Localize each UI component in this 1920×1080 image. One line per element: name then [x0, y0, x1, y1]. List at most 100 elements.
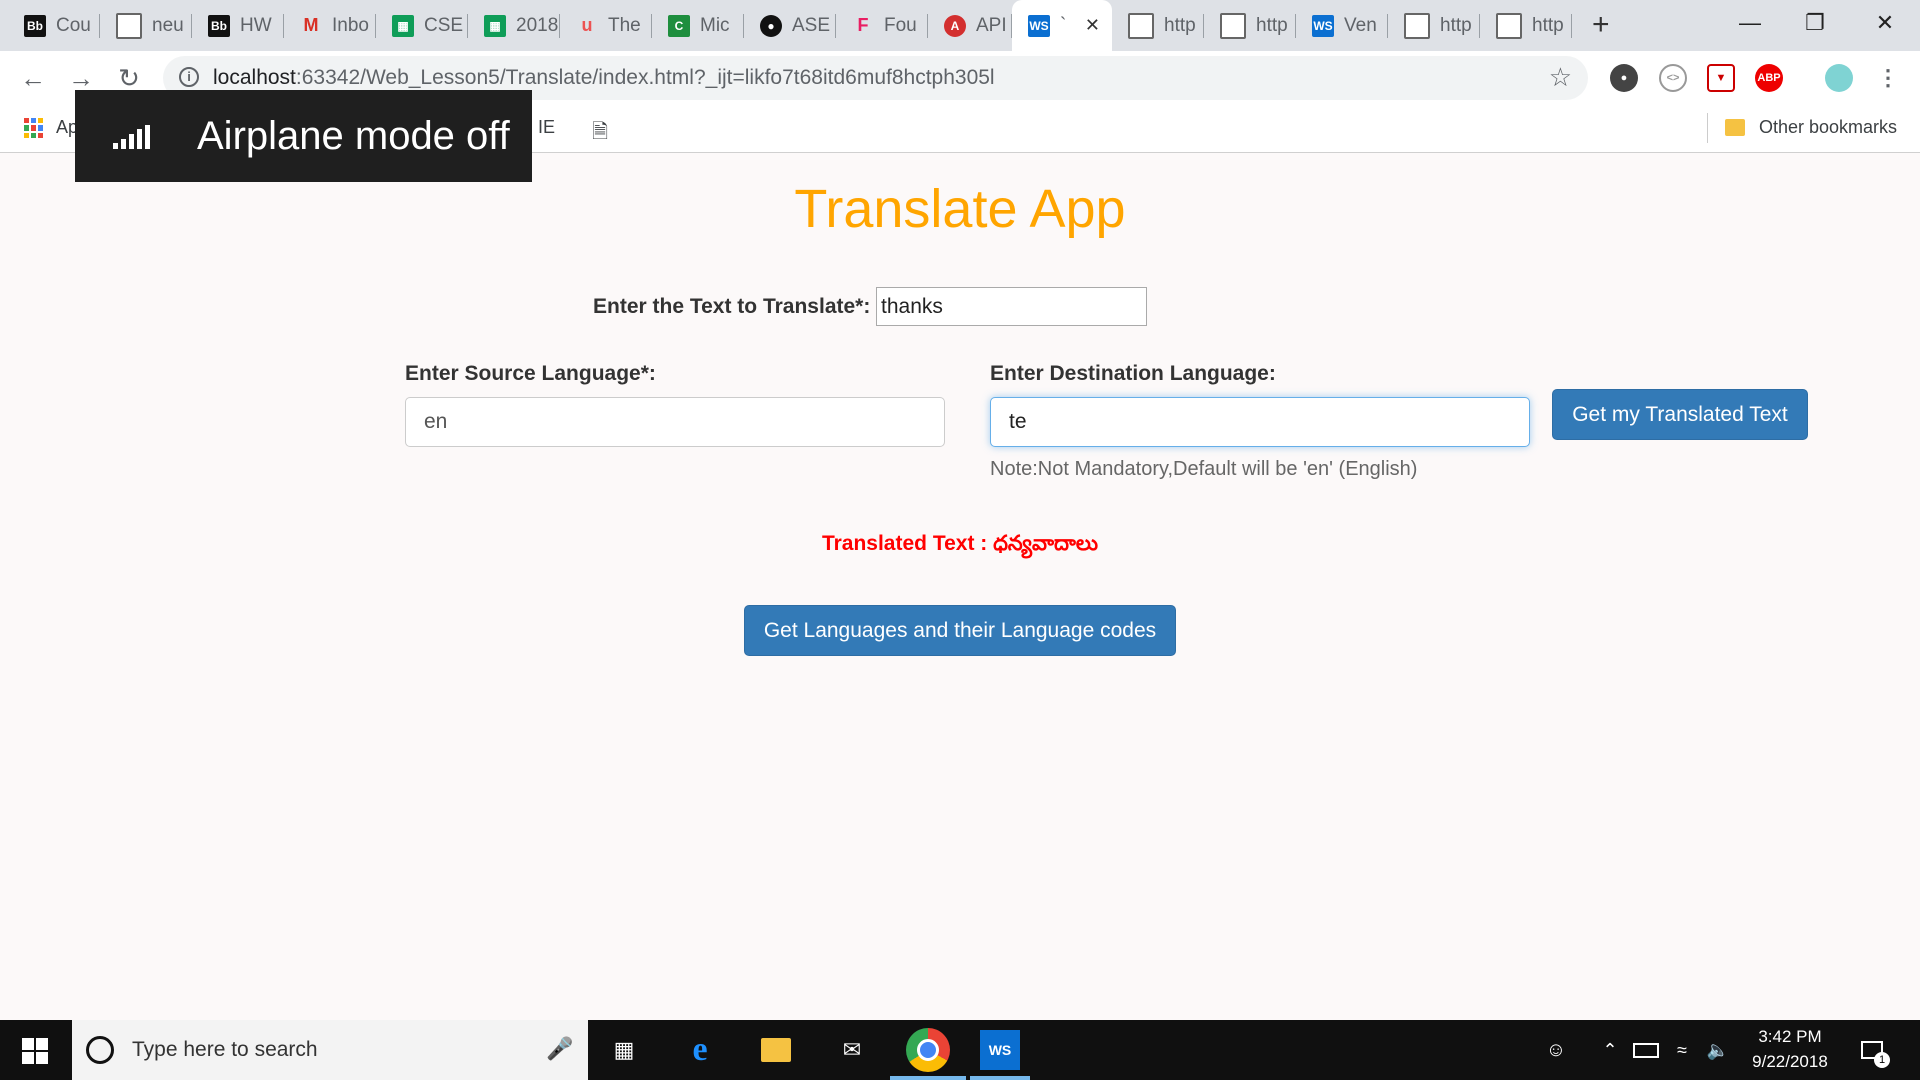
tab-title: Mic	[700, 14, 730, 36]
webstorm-icon: WS	[1028, 14, 1050, 37]
destination-language-input[interactable]	[990, 397, 1530, 447]
browser-tab[interactable]: ▦ CSE	[376, 0, 468, 51]
browser-tab[interactable]: WS Ven	[1296, 0, 1388, 51]
back-icon[interactable]: ←	[16, 61, 50, 95]
tab-title: API	[976, 14, 1007, 36]
info-icon[interactable]: i	[179, 67, 199, 87]
show-hidden-icons[interactable]: ⌃	[1590, 1030, 1630, 1070]
extension-film-icon[interactable]: ●	[1610, 64, 1638, 92]
tab-title: 2018	[516, 14, 559, 36]
airplane-mode-text: Airplane mode off	[197, 114, 510, 158]
extension-pocket-icon[interactable]: ▼	[1707, 64, 1735, 92]
apps-grid-icon[interactable]	[24, 118, 44, 138]
browser-tab[interactable]: ▦ 2018	[468, 0, 560, 51]
browser-tab[interactable]: C Mic	[652, 0, 744, 51]
browser-tab[interactable]: A API	[928, 0, 1012, 51]
menu-icon[interactable]: ⋮	[1874, 64, 1902, 92]
webstorm-icon: WS	[1312, 14, 1334, 37]
browser-tab[interactable]: neu	[100, 0, 192, 51]
profile-avatar[interactable]	[1825, 64, 1853, 92]
signal-bars-icon	[113, 125, 153, 149]
bookmark-page-icon[interactable]: 🗎	[592, 117, 608, 151]
windows-start-icon[interactable]	[22, 1038, 48, 1064]
tab-title: Fou	[884, 14, 917, 36]
browser-tab[interactable]: u The	[560, 0, 652, 51]
wifi-icon[interactable]: ≈	[1662, 1030, 1702, 1070]
webstorm-icon[interactable]: WS	[980, 1030, 1020, 1070]
tab-title: http	[1440, 14, 1472, 36]
page-icon	[1220, 12, 1246, 39]
file-explorer-icon[interactable]	[756, 1030, 796, 1070]
airplane-mode-toast: Airplane mode off	[75, 90, 532, 182]
url-text[interactable]: localhost:63342/Web_Lesson5/Translate/in…	[213, 66, 995, 90]
edge-icon[interactable]: e	[680, 1030, 720, 1070]
notification-count: 1	[1874, 1052, 1890, 1068]
tab-title: http	[1164, 14, 1196, 36]
mail-icon[interactable]: ✉	[832, 1030, 872, 1070]
minimize-button[interactable]: —	[1715, 0, 1785, 45]
tab-title: Ven	[1344, 14, 1377, 36]
extension-code-icon[interactable]: <>	[1659, 64, 1687, 92]
page-icon	[1404, 12, 1430, 39]
task-view-icon[interactable]: ▦	[604, 1030, 644, 1070]
tab-title: The	[608, 14, 641, 36]
page-icon	[116, 12, 142, 39]
destination-language-label: Enter Destination Language:	[990, 362, 1276, 385]
tab-separator	[1571, 14, 1572, 38]
page-title: Translate App	[794, 179, 1126, 239]
restore-button[interactable]: ❐	[1780, 0, 1850, 45]
browser-tab[interactable]: http	[1112, 0, 1204, 51]
translated-text: Translated Text : ధన్యవాదాలు	[821, 532, 1099, 555]
browser-tab[interactable]: M Inbo	[284, 0, 376, 51]
close-tab-icon[interactable]: ✕	[1085, 15, 1100, 36]
browser-tab[interactable]: Bb Cou	[8, 0, 100, 51]
battery-icon[interactable]	[1626, 1030, 1666, 1070]
notifications-icon[interactable]: 1	[1852, 1030, 1892, 1070]
microphone-icon[interactable]: 🎤	[546, 1036, 573, 1062]
page-icon	[1128, 12, 1154, 39]
close-window-button[interactable]: ✕	[1850, 0, 1920, 45]
tab-title: http	[1532, 14, 1564, 36]
new-tab-button[interactable]: +	[1592, 8, 1610, 42]
text-to-translate-input[interactable]	[876, 287, 1147, 326]
browser-tab[interactable]: F Fou	[836, 0, 928, 51]
chrome-icon[interactable]	[906, 1028, 950, 1072]
bookmark-star-icon[interactable]: ☆	[1549, 62, 1572, 93]
clock-time: 3:42 PM	[1758, 1027, 1822, 1046]
translate-button[interactable]: Get my Translated Text	[1552, 389, 1808, 440]
adblock-icon[interactable]: ABP	[1755, 64, 1783, 92]
source-language-input[interactable]	[405, 397, 945, 447]
browser-tab[interactable]: WS ` ✕	[1012, 0, 1112, 51]
gmail-icon: M	[303, 15, 319, 35]
folder-icon	[1725, 119, 1745, 136]
browser-tab[interactable]: ● ASE	[744, 0, 836, 51]
browser-tab[interactable]: http	[1388, 0, 1480, 51]
chrome-active-indicator	[890, 1076, 966, 1080]
tab-title: HW	[240, 14, 272, 36]
tab-strip: Bb Cou neu Bb HW M Inbo ▦ CSE ▦ 2018 u The C Mic ● ASE F F…	[0, 0, 1920, 51]
tab-title: Cou	[56, 14, 91, 36]
app-icon: C	[668, 14, 690, 37]
taskbar-clock[interactable]: 3:42 PM 9/22/2018	[1720, 1024, 1860, 1074]
tab-title: `	[1060, 14, 1067, 36]
browser-tab[interactable]: Bb HW	[192, 0, 284, 51]
bookmark-other[interactable]: Other bookmarks	[1759, 117, 1897, 138]
browser-tab[interactable]: http	[1204, 0, 1296, 51]
flag-icon: F	[857, 15, 869, 35]
api-icon: A	[944, 14, 966, 37]
url-host: localhost	[213, 66, 296, 89]
people-icon[interactable]: ☺	[1536, 1030, 1576, 1070]
tab-title: CSE	[424, 14, 464, 36]
webstorm-active-indicator	[970, 1076, 1030, 1080]
sheets-icon: ▦	[484, 14, 506, 37]
clock-date: 9/22/2018	[1752, 1052, 1828, 1071]
browser-tab[interactable]: http	[1480, 0, 1572, 51]
tab-title: Inbo	[332, 14, 369, 36]
tab-title: ASE	[792, 14, 831, 36]
sheets-icon: ▦	[392, 14, 414, 37]
destination-note: Note:Not Mandatory,Default will be 'en' …	[990, 458, 1418, 480]
taskbar-search-box[interactable]: Type here to search 🎤	[72, 1020, 588, 1080]
cortana-icon[interactable]	[86, 1036, 114, 1064]
text-label: Enter the Text to Translate*:	[593, 295, 871, 318]
languages-button[interactable]: Get Languages and their Language codes	[744, 605, 1176, 656]
